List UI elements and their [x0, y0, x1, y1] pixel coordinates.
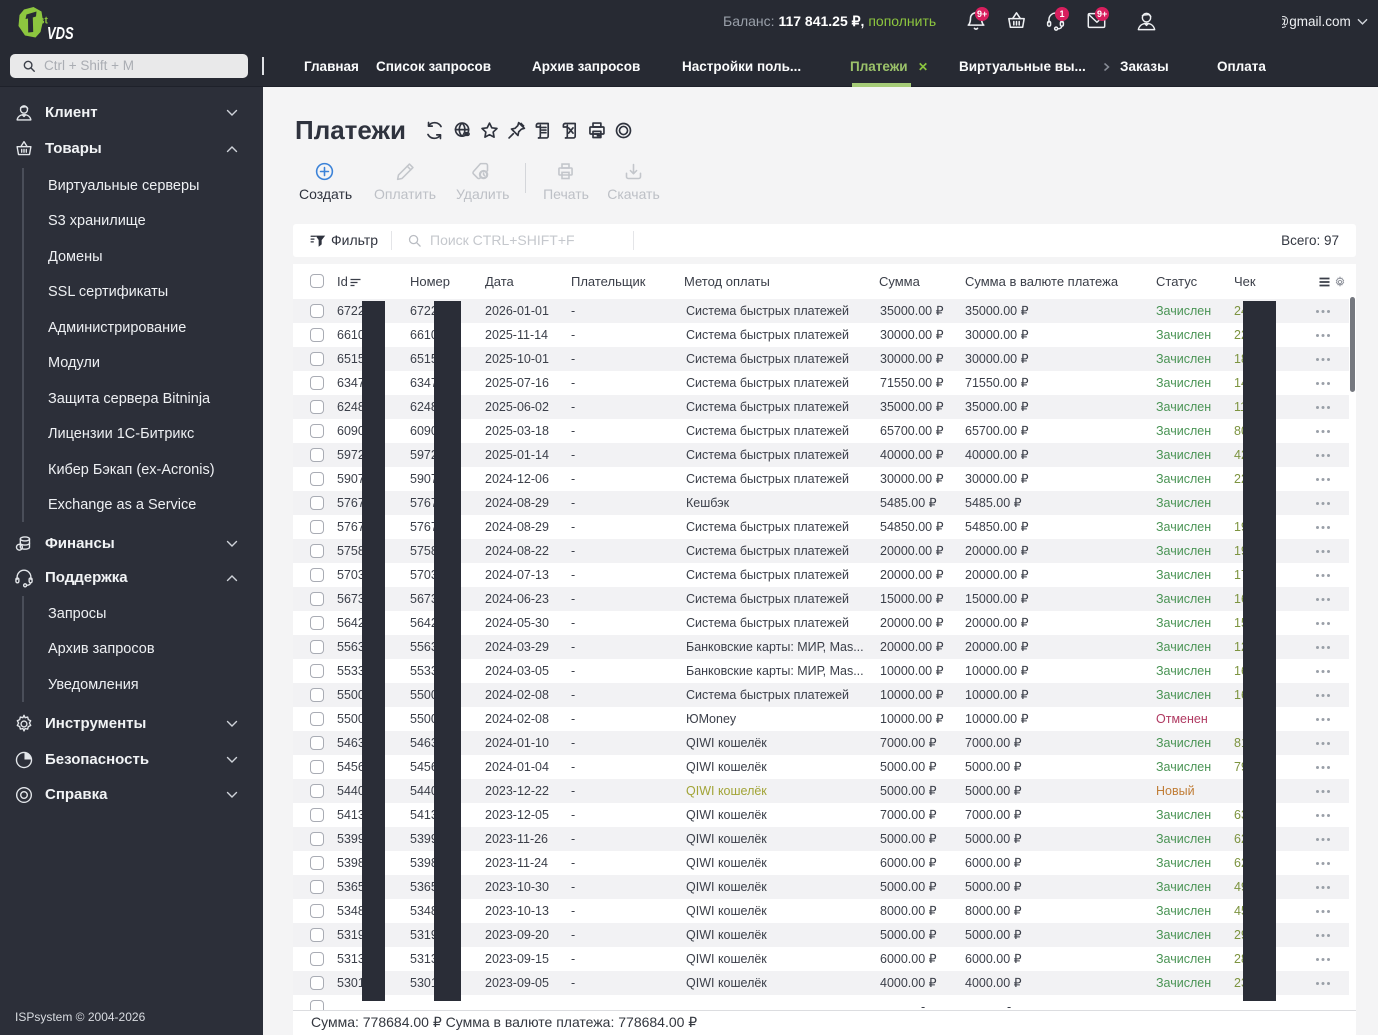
- svg-text:VDS: VDS: [47, 24, 74, 44]
